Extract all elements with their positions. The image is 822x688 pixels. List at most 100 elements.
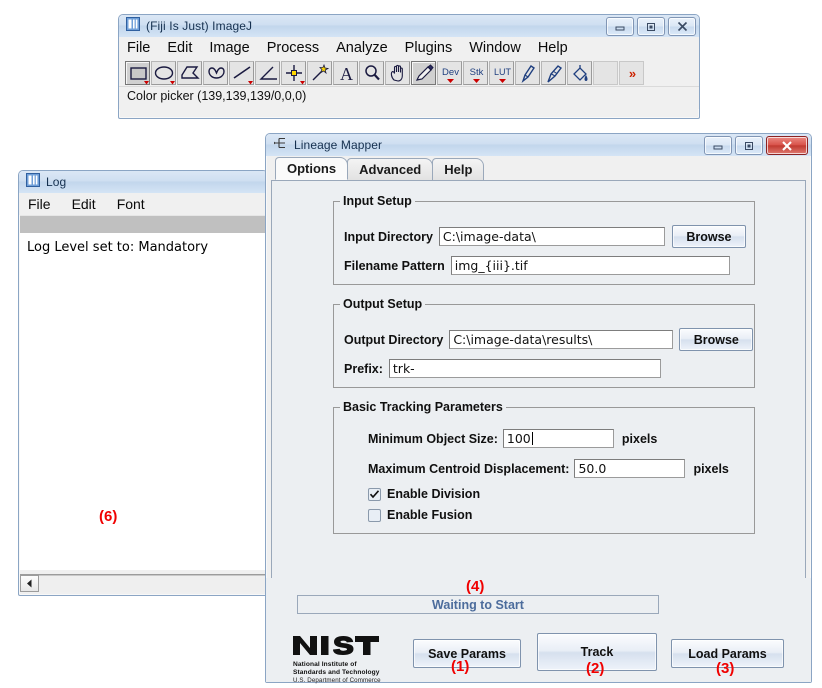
- brush-tool[interactable]: [541, 61, 566, 85]
- oval-tool[interactable]: [151, 61, 176, 85]
- enable-division-row[interactable]: Enable Division: [368, 487, 480, 501]
- maximize-button[interactable]: [637, 17, 665, 36]
- output-browse-button[interactable]: Browse: [679, 328, 753, 351]
- minimize-button[interactable]: [606, 17, 634, 36]
- pencil-tool[interactable]: [515, 61, 540, 85]
- polygon-tool[interactable]: [177, 61, 202, 85]
- imagej-icon: [126, 17, 140, 36]
- svg-text:Dev: Dev: [442, 67, 459, 78]
- log-text-area[interactable]: Log Level set to: Mandatory: [20, 233, 266, 570]
- magnifier-tool[interactable]: [359, 61, 384, 85]
- input-browse-button[interactable]: Browse: [672, 225, 746, 248]
- menu-process[interactable]: Process: [267, 40, 319, 56]
- more-tools[interactable]: »: [619, 61, 644, 85]
- enable-fusion-label: Enable Fusion: [387, 508, 472, 522]
- imagej-toolbar: A: [119, 59, 699, 86]
- text-tool[interactable]: A: [333, 61, 358, 85]
- log-menubar: File Edit Font: [19, 193, 267, 215]
- dev-tool[interactable]: Dev: [437, 61, 462, 85]
- freehand-tool[interactable]: [203, 61, 228, 85]
- menu-analyze[interactable]: Analyze: [336, 40, 388, 56]
- input-directory-label: Input Directory: [344, 230, 433, 244]
- scroll-left-arrow[interactable]: [20, 575, 39, 592]
- input-directory-row: Input Directory C:\image-data\ Browse: [344, 225, 746, 248]
- output-directory-row: Output Directory C:\image-data\results\ …: [344, 328, 753, 351]
- lineage-title: Lineage Mapper: [294, 138, 382, 152]
- tab-help[interactable]: Help: [432, 158, 484, 180]
- log-column-header: [20, 215, 266, 233]
- log-menu-edit[interactable]: Edit: [72, 196, 96, 212]
- minimize-button[interactable]: [704, 136, 732, 155]
- enable-fusion-row[interactable]: Enable Fusion: [368, 508, 472, 522]
- input-directory-field[interactable]: C:\image-data\: [439, 227, 665, 246]
- svg-text:A: A: [340, 64, 353, 84]
- nist-wordmark-icon: [293, 636, 389, 656]
- imagej-title: (Fiji Is Just) ImageJ: [146, 19, 252, 33]
- blank-tool[interactable]: [593, 61, 618, 85]
- lineage-bottom-bar: Waiting to Start (4) (5) Log Level Manda…: [266, 578, 811, 682]
- lut-tool[interactable]: LUT: [489, 61, 514, 85]
- annotation-6: (6): [99, 508, 117, 525]
- enable-division-checkbox[interactable]: [368, 488, 381, 501]
- menu-help[interactable]: Help: [538, 40, 568, 56]
- menu-plugins[interactable]: Plugins: [405, 40, 453, 56]
- stk-tool[interactable]: Stk: [463, 61, 488, 85]
- color-picker-tool[interactable]: [411, 61, 436, 85]
- menu-edit[interactable]: Edit: [167, 40, 192, 56]
- hand-tool[interactable]: [385, 61, 410, 85]
- rectangle-tool[interactable]: [125, 61, 150, 85]
- tab-options[interactable]: Options: [275, 157, 348, 180]
- annotation-1: (1): [451, 658, 469, 675]
- nist-logo: National Institute of Standards and Tech…: [293, 636, 405, 686]
- lineage-titlebar[interactable]: Lineage Mapper: [266, 134, 811, 156]
- max-centroid-row: Maximum Centroid Displacement: 50.0 pixe…: [368, 459, 729, 478]
- close-button[interactable]: [668, 17, 696, 36]
- menu-window[interactable]: Window: [469, 40, 521, 56]
- enable-fusion-checkbox[interactable]: [368, 509, 381, 522]
- max-centroid-field[interactable]: 50.0: [574, 459, 685, 478]
- nist-line2: Standards and Technology: [293, 669, 405, 677]
- output-directory-field[interactable]: C:\image-data\results\: [449, 330, 673, 349]
- annotation-3: (3): [716, 660, 734, 677]
- log-menu-font[interactable]: Font: [117, 196, 145, 212]
- tracking-legend: Basic Tracking Parameters: [340, 400, 506, 414]
- menu-image[interactable]: Image: [209, 40, 249, 56]
- prefix-label: Prefix:: [344, 362, 383, 376]
- close-button[interactable]: [766, 136, 808, 155]
- line-tool[interactable]: [229, 61, 254, 85]
- text-caret: [532, 432, 533, 445]
- flood-fill-tool[interactable]: [567, 61, 592, 85]
- output-directory-label: Output Directory: [344, 333, 443, 347]
- tab-advanced[interactable]: Advanced: [347, 158, 433, 180]
- menu-file[interactable]: File: [127, 40, 150, 56]
- min-object-size-field[interactable]: 100: [503, 429, 614, 448]
- imagej-window: (Fiji Is Just) ImageJ File Edit Image Pr…: [118, 14, 700, 119]
- angle-tool[interactable]: [255, 61, 280, 85]
- log-menu-file[interactable]: File: [28, 196, 51, 212]
- log-horizontal-scrollbar[interactable]: [20, 574, 266, 592]
- filename-pattern-row: Filename Pattern img_{iii}.tif: [344, 256, 730, 275]
- lineage-tabstrip: Options Advanced Help: [266, 157, 811, 180]
- max-centroid-units: pixels: [693, 462, 728, 476]
- options-panel: Input Setup Input Directory C:\image-dat…: [271, 180, 806, 594]
- lineage-tree-icon: [273, 136, 288, 155]
- filename-pattern-field[interactable]: img_{iii}.tif: [451, 256, 730, 275]
- point-tool[interactable]: [281, 61, 306, 85]
- svg-text:»: »: [629, 66, 636, 81]
- input-setup-legend: Input Setup: [340, 194, 415, 208]
- imagej-titlebar[interactable]: (Fiji Is Just) ImageJ: [119, 15, 699, 37]
- imagej-icon: [26, 173, 40, 192]
- maximize-button[interactable]: [735, 136, 763, 155]
- filename-pattern-label: Filename Pattern: [344, 259, 445, 273]
- enable-division-label: Enable Division: [387, 487, 480, 501]
- lineage-window-buttons: [704, 136, 808, 155]
- screen: (Fiji Is Just) ImageJ File Edit Image Pr…: [0, 0, 822, 688]
- scroll-track[interactable]: [39, 575, 266, 592]
- annotation-2: (2): [586, 660, 604, 677]
- wand-tool[interactable]: [307, 61, 332, 85]
- output-setup-legend: Output Setup: [340, 297, 425, 311]
- prefix-field[interactable]: trk-: [389, 359, 661, 378]
- log-titlebar[interactable]: Log: [19, 171, 267, 193]
- nist-line1: National Institute of: [293, 661, 405, 669]
- log-title: Log: [46, 175, 66, 189]
